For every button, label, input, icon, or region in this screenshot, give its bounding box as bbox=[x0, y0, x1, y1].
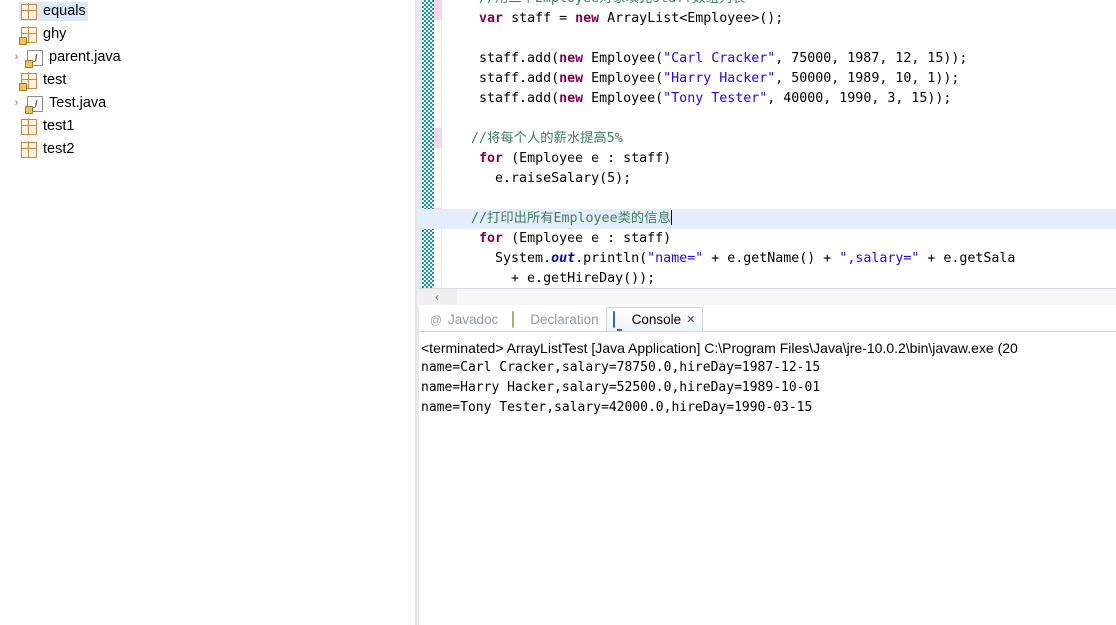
scrollbar-track[interactable] bbox=[457, 289, 1116, 305]
editor-line: //将每个人的薪水提高5% bbox=[471, 131, 623, 146]
editor-line: staff.add(new Employee("Carl Cracker", 7… bbox=[447, 51, 968, 66]
view-tab-bar[interactable]: @ Javadoc Declaration Console ✕ bbox=[417, 306, 1116, 332]
tree-spacer: · bbox=[2, 138, 19, 161]
tree-item-content: J Test.java bbox=[25, 94, 108, 114]
editor-current-line: //打印出所有Employee类的信息 bbox=[417, 209, 1116, 229]
tree-item-content: test1 bbox=[19, 117, 76, 136]
tree-item-label: test2 bbox=[43, 141, 75, 157]
tree-item-label: ghy bbox=[43, 26, 67, 42]
package-explorer-tree[interactable]: ·equals·ghy›Jparent.java·test›JTest.java… bbox=[0, 0, 417, 161]
tree-item-equals[interactable]: · equals bbox=[0, 0, 417, 23]
declaration-icon bbox=[510, 310, 526, 328]
marker-annotation-strip bbox=[434, 0, 442, 288]
declaration-glyph bbox=[512, 310, 515, 328]
tree-item-content: equals bbox=[19, 2, 88, 21]
package-icon bbox=[20, 141, 38, 158]
tree-spacer: · bbox=[2, 0, 19, 23]
change-ruler-bar bbox=[422, 0, 434, 288]
tab-label: Console bbox=[631, 312, 682, 327]
editor-line: staff.add(new Employee("Tony Tester", 40… bbox=[447, 91, 952, 106]
editor-line: for (Employee e : staff) bbox=[479, 151, 672, 166]
editor-line: staff.add(new Employee("Harry Hacker", 5… bbox=[447, 71, 960, 86]
package-icon bbox=[20, 118, 38, 135]
package-icon bbox=[20, 3, 38, 20]
scroll-left-arrow-icon[interactable]: ‹ bbox=[417, 289, 457, 305]
editor-line: System.out.println("name=" + e.getName()… bbox=[447, 251, 1016, 266]
tree-spacer: · bbox=[2, 23, 19, 46]
java-file-icon: J bbox=[25, 49, 43, 68]
tree-item-label: test1 bbox=[43, 118, 75, 134]
decorator-badge-icon bbox=[25, 59, 33, 68]
console-terminated-status: <terminated> ArrayListTest [Java Applica… bbox=[421, 340, 1018, 356]
editor-horizontal-scrollbar[interactable]: ‹ bbox=[417, 288, 1116, 305]
tree-item-label: Test.java bbox=[49, 95, 107, 111]
package-icon bbox=[19, 72, 38, 91]
tab-declaration[interactable]: Declaration bbox=[505, 307, 605, 332]
occurrence-marker bbox=[434, 128, 442, 148]
console-output-line: name=Carl Cracker,salary=78750.0,hireDay… bbox=[421, 360, 821, 375]
expand-arrow-icon[interactable]: › bbox=[8, 92, 25, 115]
text-caret bbox=[670, 210, 672, 225]
tree-item-parent-java[interactable]: › Jparent.java bbox=[0, 46, 417, 69]
tree-item-label: test bbox=[43, 72, 67, 88]
editor-line: for (Employee e : staff) bbox=[479, 231, 672, 246]
tree-item-content: test2 bbox=[19, 140, 76, 159]
close-icon[interactable]: ✕ bbox=[686, 313, 695, 326]
console-output-line: name=Tony Tester,salary=42000.0,hireDay=… bbox=[421, 400, 813, 415]
tab-label: Declaration bbox=[530, 312, 599, 327]
decorator-badge-icon bbox=[25, 105, 33, 114]
tree-item-test1[interactable]: · test1 bbox=[0, 115, 417, 138]
tab-javadoc[interactable]: @ Javadoc bbox=[423, 307, 505, 332]
editor-line: var staff = new ArrayList<Employee>(); bbox=[479, 11, 784, 26]
java-file-icon: J bbox=[25, 95, 43, 114]
tree-item-test-java[interactable]: › J Test.java bbox=[0, 92, 417, 115]
tree-item-content: ghy bbox=[19, 25, 68, 45]
tree-spacer: · bbox=[2, 69, 19, 92]
tree-spacer: · bbox=[2, 115, 19, 138]
tree-item-ghy[interactable]: · ghy bbox=[0, 23, 417, 46]
expand-arrow-icon[interactable]: › bbox=[8, 46, 25, 69]
console-left-border bbox=[417, 306, 419, 625]
editor-line: e.raiseSalary(5); bbox=[447, 171, 632, 186]
editor-line: + e.getHireDay()); bbox=[447, 271, 656, 286]
eclipse-ide-window: ·equals·ghy›Jparent.java·test›JTest.java… bbox=[0, 0, 1116, 625]
tab-label: Javadoc bbox=[448, 312, 499, 327]
tree-item-label: equals bbox=[43, 3, 86, 19]
tree-item-content: Jparent.java bbox=[25, 48, 123, 68]
tree-item-content: test bbox=[19, 71, 68, 91]
console-output-line: name=Harry Hacker,salary=52500.0,hireDay… bbox=[421, 380, 821, 395]
java-source-editor[interactable]: //用三个Employee对象填充staff数组列表 var staff = n… bbox=[417, 0, 1116, 288]
editor-code-text[interactable]: //用三个Employee对象填充staff数组列表 var staff = n… bbox=[417, 0, 1116, 286]
editor-line: //用三个Employee对象填充staff数组列表 bbox=[447, 0, 1116, 9]
package-explorer: ·equals·ghy›Jparent.java·test›JTest.java… bbox=[0, 0, 417, 625]
decorator-badge-icon bbox=[19, 82, 27, 91]
at-icon: @ bbox=[429, 312, 443, 327]
tree-item-label: parent.java bbox=[49, 49, 121, 65]
occurrence-marker bbox=[434, 0, 442, 20]
tab-console[interactable]: Console ✕ bbox=[605, 307, 704, 332]
bottom-view-stack: @ Javadoc Declaration Console ✕ <terminated>… bbox=[417, 306, 1116, 625]
console-monitor-glyph bbox=[612, 310, 615, 328]
console-output-area[interactable]: <terminated> ArrayListTest [Java Applica… bbox=[417, 332, 1116, 625]
console-output-lines: name=Carl Cracker,salary=78750.0,hireDay… bbox=[421, 358, 1116, 418]
package-icon bbox=[19, 26, 38, 45]
decorator-badge-icon bbox=[19, 36, 27, 45]
tree-item-test[interactable]: · test bbox=[0, 69, 417, 92]
console-icon bbox=[612, 310, 628, 328]
editor-and-console-area: //用三个Employee对象填充staff数组列表 var staff = n… bbox=[417, 0, 1116, 625]
tree-item-test2[interactable]: · test2 bbox=[0, 138, 417, 161]
